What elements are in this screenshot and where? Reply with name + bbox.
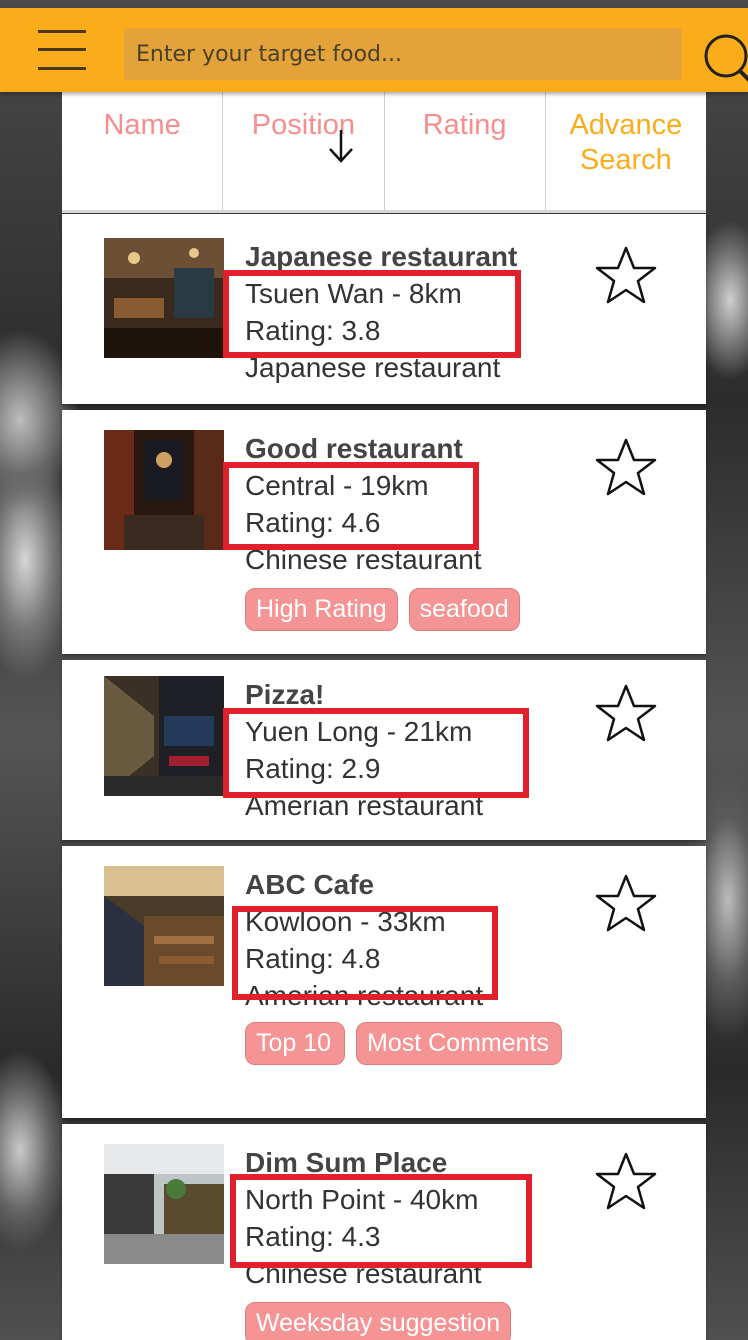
- restaurant-photo: [104, 238, 224, 358]
- restaurant-type: Amerian restaurant: [245, 980, 484, 1011]
- restaurant-info: Japanese restaurant Tsuen Wan - 8km Rati…: [245, 238, 585, 386]
- restaurant-location: North Point - 40km: [245, 1184, 479, 1215]
- tag-badge[interactable]: High Rating: [245, 588, 398, 631]
- restaurant-photo: [104, 1144, 224, 1264]
- restaurant-name: Dim Sum Place: [245, 1147, 448, 1178]
- restaurant-type: Japanese restaurant: [245, 352, 501, 383]
- tag-list: Weeksday suggestion: [245, 1302, 512, 1340]
- tag-badge[interactable]: Top 10: [245, 1022, 345, 1065]
- hamburger-menu-icon[interactable]: [38, 28, 86, 74]
- favorite-star-icon[interactable]: [594, 872, 658, 936]
- sort-name-label: Name: [103, 109, 181, 141]
- restaurant-card[interactable]: Pizza! Yuen Long - 21km Rating: 2.9 Amer…: [62, 660, 706, 840]
- favorite-star-icon[interactable]: [594, 436, 658, 500]
- search-input[interactable]: [124, 28, 682, 80]
- sort-by-rating-button[interactable]: Rating: [385, 92, 546, 210]
- restaurant-info: Good restaurant Central - 19km Rating: 4…: [245, 430, 585, 578]
- restaurant-photo: [104, 866, 224, 986]
- restaurant-type: Amerian restaurant: [245, 790, 484, 821]
- restaurant-rating: Rating: 2.9: [245, 753, 381, 784]
- restaurant-card[interactable]: Good restaurant Central - 19km Rating: 4…: [62, 410, 706, 654]
- restaurant-rating: Rating: 4.3: [245, 1221, 381, 1252]
- restaurant-card[interactable]: Dim Sum Place North Point - 40km Rating:…: [62, 1124, 706, 1340]
- restaurant-name: Japanese restaurant: [245, 241, 518, 272]
- restaurant-photo: [104, 430, 224, 550]
- tag-list: High Rating seafood: [245, 588, 520, 631]
- advance-search-button[interactable]: Advance Search: [546, 92, 706, 210]
- restaurant-rating: Rating: 3.8: [245, 315, 381, 346]
- tag-badge[interactable]: seafood: [408, 588, 520, 631]
- sort-rating-label: Rating: [422, 109, 507, 141]
- tag-badge[interactable]: Weeksday suggestion: [245, 1302, 512, 1340]
- advance-search-label-line2: Search: [579, 144, 672, 176]
- sort-descending-arrow-icon: [329, 130, 354, 163]
- favorite-star-icon[interactable]: [594, 1150, 658, 1214]
- restaurant-card[interactable]: ABC Cafe Kowloon - 33km Rating: 4.8 Amer…: [62, 846, 706, 1118]
- search-icon[interactable]: [696, 30, 748, 82]
- restaurant-photo: [104, 676, 224, 796]
- restaurant-card[interactable]: Japanese restaurant Tsuen Wan - 8km Rati…: [62, 214, 706, 404]
- restaurant-name: Pizza!: [245, 679, 325, 710]
- favorite-star-icon[interactable]: [594, 244, 658, 308]
- favorite-star-icon[interactable]: [594, 682, 658, 746]
- restaurant-location: Central - 19km: [245, 470, 429, 501]
- restaurant-info: Dim Sum Place North Point - 40km Rating:…: [245, 1144, 585, 1292]
- restaurant-info: ABC Cafe Kowloon - 33km Rating: 4.8 Amer…: [245, 866, 585, 1014]
- sort-bar: Name Position Rating Advance Search: [62, 92, 706, 213]
- restaurant-name: ABC Cafe: [245, 869, 375, 900]
- restaurant-location: Tsuen Wan - 8km: [245, 278, 462, 309]
- restaurant-rating: Rating: 4.6: [245, 507, 381, 538]
- tag-list: Top 10 Most Comments: [245, 1022, 562, 1065]
- restaurant-type: Chinese restaurant: [245, 1258, 482, 1289]
- restaurant-info: Pizza! Yuen Long - 21km Rating: 2.9 Amer…: [245, 676, 585, 824]
- tag-badge[interactable]: Most Comments: [356, 1022, 562, 1065]
- restaurant-rating: Rating: 4.8: [245, 943, 381, 974]
- sort-by-position-button[interactable]: Position: [223, 92, 385, 210]
- restaurant-type: Chinese restaurant: [245, 544, 482, 575]
- restaurant-name: Good restaurant: [245, 433, 463, 464]
- sort-by-name-button[interactable]: Name: [62, 92, 224, 210]
- app-header: [0, 8, 748, 92]
- restaurant-location: Kowloon - 33km: [245, 906, 446, 937]
- advance-search-label-line1: Advance: [569, 109, 683, 141]
- restaurant-location: Yuen Long - 21km: [245, 716, 473, 747]
